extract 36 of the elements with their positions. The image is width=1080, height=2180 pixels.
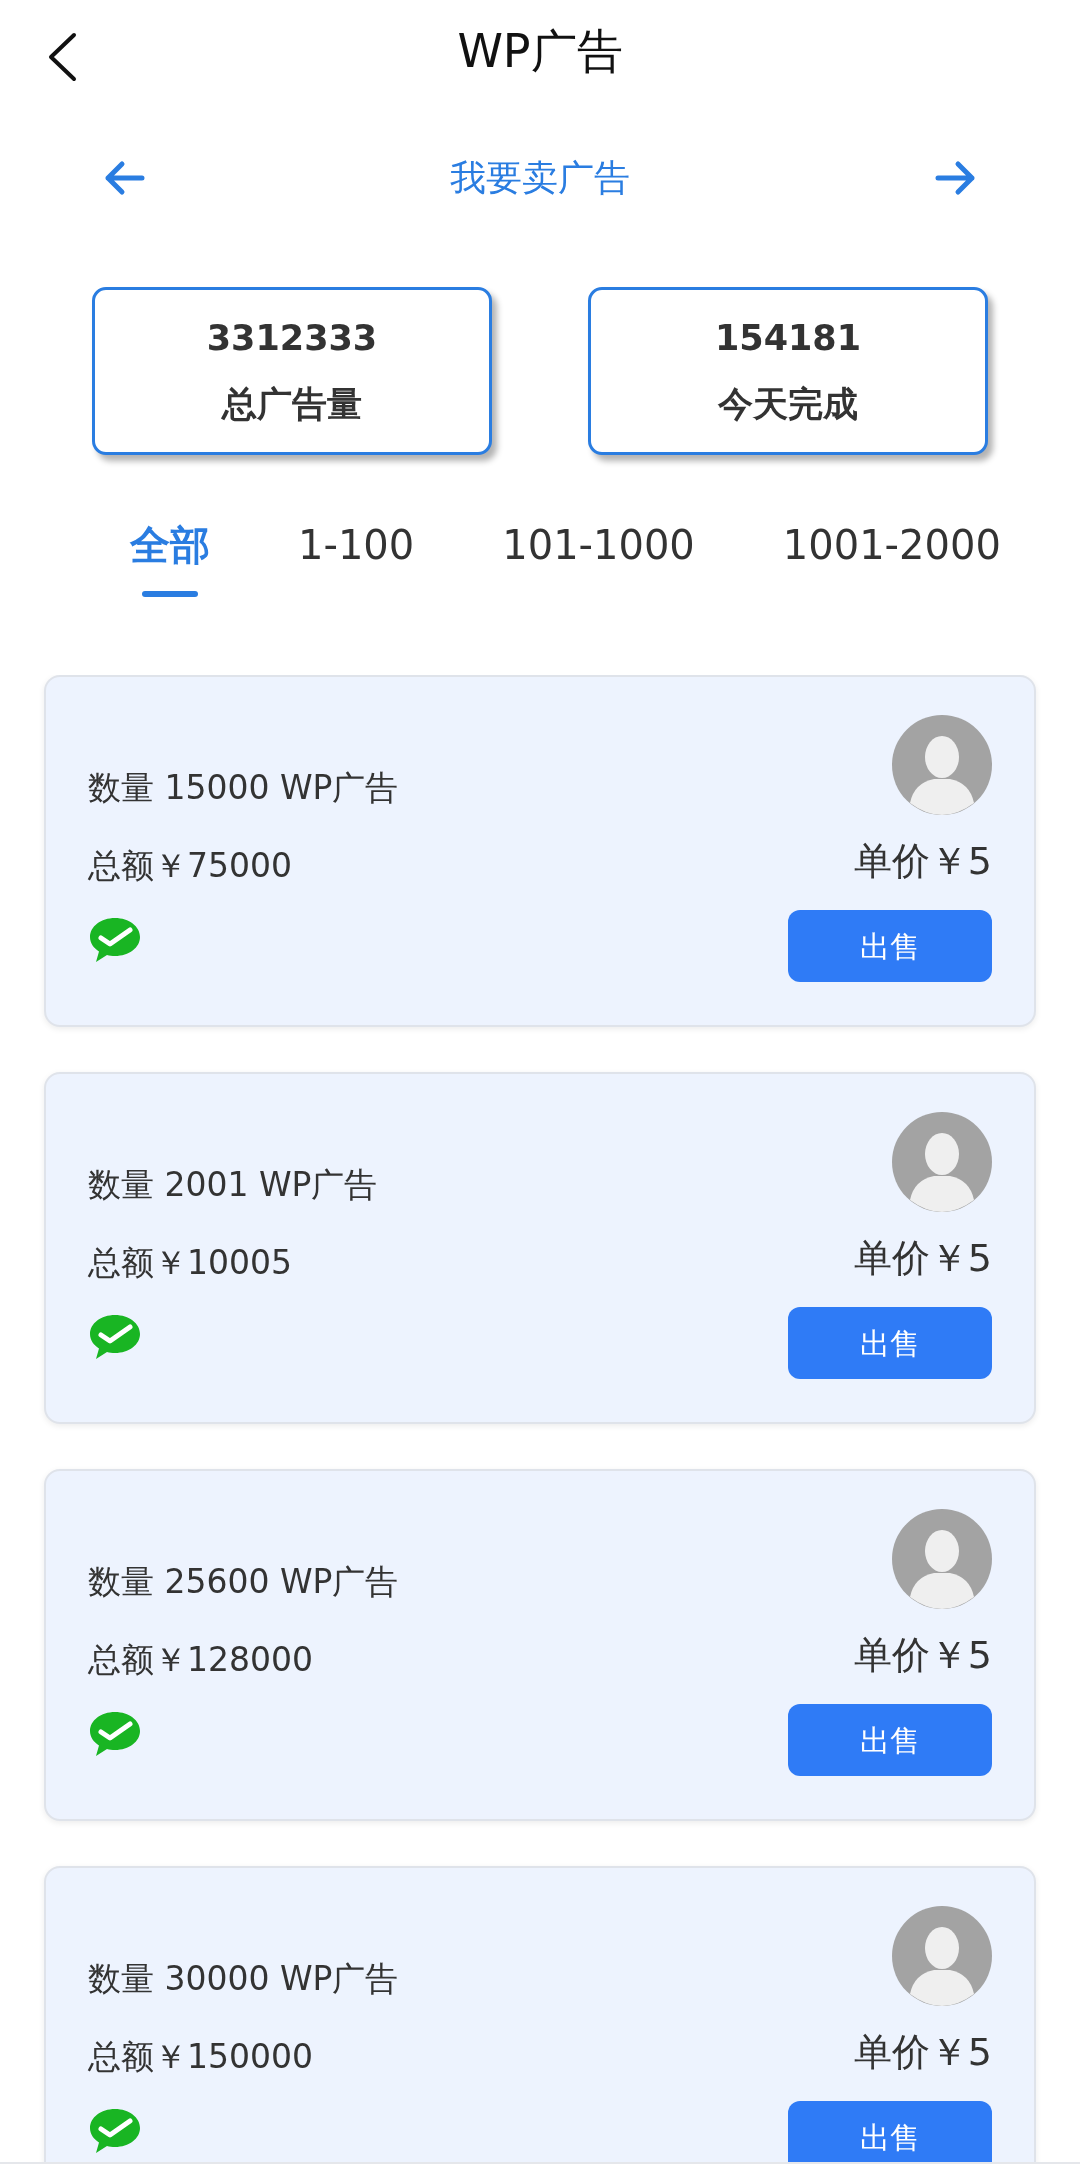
chat-check-icon xyxy=(88,1710,142,1758)
sell-button[interactable]: 出售 xyxy=(788,1307,992,1379)
stat-value: 3312333 xyxy=(206,316,378,360)
range-tab[interactable]: 全部 xyxy=(130,525,210,565)
stat-label: 总广告量 xyxy=(222,383,362,426)
avatar-icon xyxy=(892,715,992,815)
tab-underline xyxy=(142,591,198,597)
range-tab[interactable]: 1001-2000 xyxy=(782,525,1001,565)
chat-check-icon xyxy=(88,916,142,964)
total-amount: 总额￥128000 xyxy=(88,1638,314,1681)
avatar-icon xyxy=(892,1906,992,2006)
sell-button[interactable]: 出售 xyxy=(788,2101,992,2162)
stat-value: 154181 xyxy=(714,316,862,360)
back-icon[interactable] xyxy=(46,32,78,82)
quantity-text: 数量 15000 WP广告 xyxy=(88,767,399,809)
sell-button[interactable]: 出售 xyxy=(788,1704,992,1776)
chat-check-icon xyxy=(88,1313,142,1361)
avatar-icon xyxy=(892,1509,992,1609)
avatar-icon xyxy=(892,1112,992,1212)
unit-price: 单价￥5 xyxy=(853,838,992,885)
unit-price: 单价￥5 xyxy=(853,2029,992,2076)
page-title: WP广告 xyxy=(457,22,623,80)
quantity-text: 数量 2001 WP广告 xyxy=(88,1164,378,1206)
total-amount: 总额￥150000 xyxy=(88,2035,314,2078)
stat-label: 今天完成 xyxy=(718,383,858,426)
sell-ads-link[interactable]: 我要卖广告 xyxy=(450,151,630,205)
chat-check-icon xyxy=(88,2107,142,2155)
quantity-text: 数量 30000 WP广告 xyxy=(88,1958,399,2000)
unit-price: 单价￥5 xyxy=(853,1632,992,1679)
range-tab[interactable]: 101-1000 xyxy=(502,525,695,565)
unit-price: 单价￥5 xyxy=(853,1235,992,1282)
range-tab[interactable]: 1-100 xyxy=(298,525,415,565)
sell-button[interactable]: 出售 xyxy=(788,910,992,982)
total-amount: 总额￥75000 xyxy=(88,844,293,887)
quantity-text: 数量 25600 WP广告 xyxy=(88,1561,399,1603)
total-amount: 总额￥10005 xyxy=(88,1241,293,1284)
